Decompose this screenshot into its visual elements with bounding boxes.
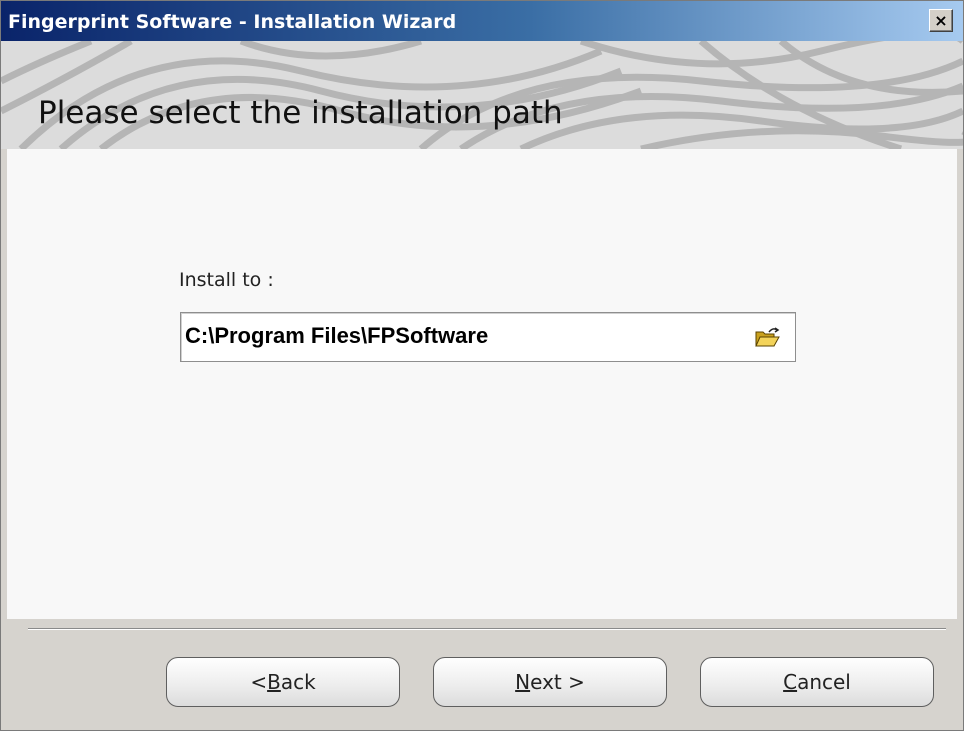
next-button[interactable]: Next > [433, 657, 667, 707]
next-button-rest: ext > [530, 670, 585, 694]
cancel-button[interactable]: Cancel [700, 657, 934, 707]
back-button-prefix: < [250, 670, 268, 694]
install-path-value[interactable]: C:\Program Files\FPSoftware [185, 323, 488, 349]
next-button-mnemonic: N [515, 670, 531, 694]
page-heading: Please select the installation path [38, 95, 563, 131]
install-to-label: Install to : [179, 269, 274, 291]
close-button[interactable]: × [929, 9, 953, 32]
content-panel: Install to : C:\Program Files\FPSoftware [7, 149, 957, 619]
cancel-button-mnemonic: C [783, 670, 798, 694]
title-bar[interactable]: Fingerprint Software - Installation Wiza… [1, 1, 963, 41]
open-folder-icon [755, 327, 780, 347]
cancel-button-rest: ancel [797, 670, 851, 694]
installer-window: Fingerprint Software - Installation Wiza… [0, 0, 964, 731]
back-button-rest: ack [280, 670, 316, 694]
browse-folder-button[interactable] [755, 327, 781, 349]
footer-divider [28, 628, 946, 630]
close-icon: × [934, 10, 948, 30]
install-path-field[interactable]: C:\Program Files\FPSoftware [180, 312, 796, 362]
window-title: Fingerprint Software - Installation Wiza… [8, 11, 457, 33]
back-button[interactable]: < Back [166, 657, 400, 707]
back-button-mnemonic: B [267, 670, 281, 694]
header-banner: Please select the installation path [1, 41, 963, 149]
